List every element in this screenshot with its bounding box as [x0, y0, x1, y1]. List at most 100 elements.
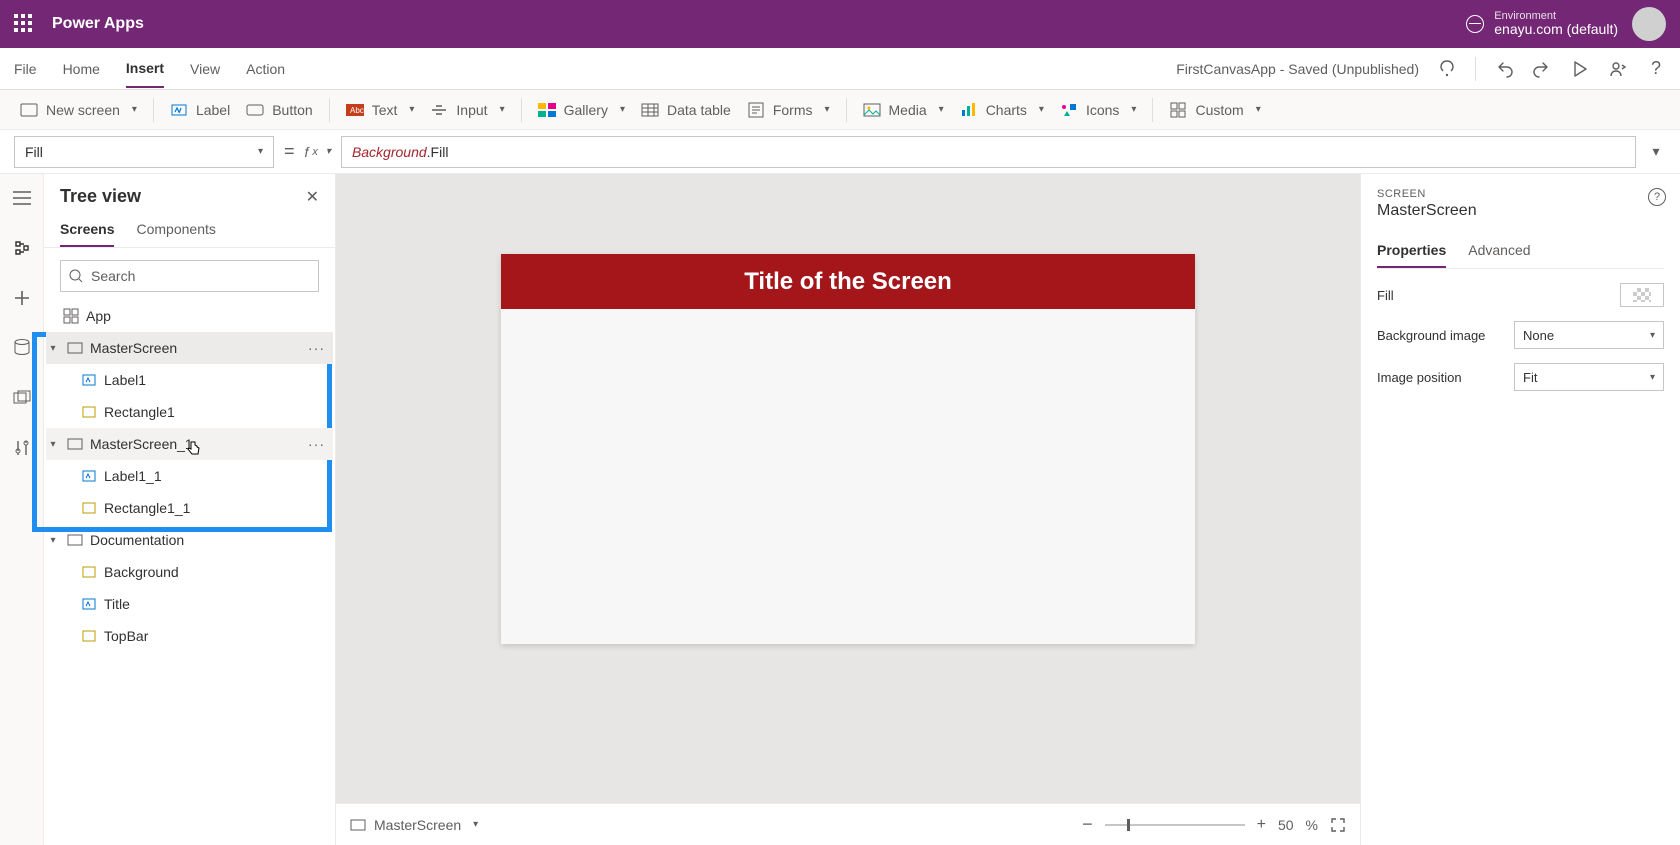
tab-components[interactable]: Components — [136, 213, 215, 247]
label-button[interactable]: Label — [164, 101, 236, 119]
tree-node-rectangle1[interactable]: Rectangle1 — [46, 396, 333, 428]
hamburger-icon[interactable] — [10, 186, 34, 210]
tree-node-background[interactable]: Background — [46, 556, 333, 588]
tree-node-masterscreen1[interactable]: ▾ MasterScreen_1 ··· — [46, 428, 333, 460]
screen-title-label[interactable]: Title of the Screen — [501, 254, 1195, 309]
avatar[interactable] — [1632, 7, 1666, 41]
button-button-text: Button — [272, 102, 312, 118]
more-icon[interactable]: ··· — [308, 340, 325, 356]
tree-node-label1-1[interactable]: Label1_1 — [46, 460, 333, 492]
tree-node-rectangle1-1[interactable]: Rectangle1_1 — [46, 492, 333, 524]
tree-view-icon[interactable] — [10, 236, 34, 260]
tab-advanced[interactable]: Advanced — [1468, 234, 1530, 268]
tree-node-masterscreen[interactable]: ▾ MasterScreen ··· — [46, 332, 333, 364]
tree-node-label1[interactable]: Label1 — [46, 364, 333, 396]
tab-properties[interactable]: Properties — [1377, 234, 1446, 268]
fit-screen-icon[interactable] — [1330, 817, 1346, 833]
rectangle-icon — [80, 403, 98, 421]
tree-node-title[interactable]: Title — [46, 588, 333, 620]
new-screen-button[interactable]: New screen▾ — [14, 101, 143, 119]
menu-action[interactable]: Action — [246, 51, 285, 87]
redo-icon[interactable] — [1532, 59, 1552, 79]
properties-kicker: SCREEN — [1377, 188, 1664, 200]
text-dropdown[interactable]: AbcText▾ — [340, 101, 421, 119]
menu-file[interactable]: File — [14, 51, 37, 87]
left-rail — [0, 174, 44, 845]
property-name: Fill — [25, 144, 43, 160]
close-icon[interactable]: ✕ — [306, 187, 319, 207]
prop-bgimage-label: Background image — [1377, 328, 1485, 343]
fill-color-picker[interactable] — [1620, 283, 1664, 307]
datatable-button[interactable]: Data table — [635, 101, 737, 119]
chevron-down-icon[interactable]: ▾ — [46, 535, 60, 546]
custom-dropdown[interactable]: Custom▾ — [1163, 101, 1266, 119]
chevron-down-icon[interactable]: ▾ — [46, 439, 60, 450]
play-icon[interactable] — [1570, 59, 1590, 79]
app-title: Power Apps — [52, 15, 144, 33]
zoom-in-icon[interactable]: + — [1257, 816, 1266, 834]
app-icon — [62, 307, 80, 325]
forms-dropdown[interactable]: Forms▾ — [741, 101, 836, 119]
tools-icon[interactable] — [10, 436, 34, 460]
label-icon — [80, 371, 98, 389]
bgimage-dropdown[interactable]: None▾ — [1514, 321, 1664, 349]
tab-screens[interactable]: Screens — [60, 213, 114, 247]
property-dropdown[interactable]: Fill ▾ — [14, 136, 274, 168]
chevron-down-icon[interactable]: ▾ — [46, 343, 60, 354]
screen-selector[interactable]: MasterScreen ▾ — [350, 817, 478, 833]
gallery-dropdown[interactable]: Gallery▾ — [532, 101, 631, 119]
undo-icon[interactable] — [1494, 59, 1514, 79]
prop-fill-label: Fill — [1377, 288, 1394, 303]
data-icon[interactable] — [10, 336, 34, 360]
help-icon[interactable]: ? — [1648, 188, 1666, 206]
tree-node-documentation[interactable]: ▾ Documentation — [46, 524, 333, 556]
tree-node-app[interactable]: App — [46, 300, 333, 332]
tree-label: MasterScreen — [90, 340, 177, 356]
formula-expand-icon[interactable]: ▾ — [1646, 143, 1666, 160]
imgpos-dropdown[interactable]: Fit▾ — [1514, 363, 1664, 391]
svg-text:Abc: Abc — [350, 106, 364, 115]
button-button[interactable]: Button — [240, 101, 318, 119]
table-icon — [641, 101, 659, 119]
zoom-out-icon[interactable]: − — [1082, 814, 1093, 835]
tree-view-title: Tree view — [60, 186, 141, 207]
search-input[interactable]: Search — [60, 260, 319, 292]
screen-icon — [20, 101, 38, 119]
tree-node-topbar[interactable]: TopBar — [46, 620, 333, 652]
menu-home[interactable]: Home — [63, 51, 100, 87]
rectangle-icon — [80, 563, 98, 581]
app-launcher-icon[interactable] — [14, 14, 34, 34]
icons-dropdown[interactable]: Icons▾ — [1054, 101, 1143, 119]
icons-icon — [1060, 101, 1078, 119]
more-icon[interactable]: ··· — [308, 436, 325, 452]
text-icon: Abc — [346, 101, 364, 119]
custom-icon — [1169, 101, 1187, 119]
environment-picker[interactable]: Environment enayu.com (default) — [1466, 10, 1618, 37]
formula-input[interactable]: Background.Fill — [341, 136, 1636, 168]
media-rail-icon[interactable] — [10, 386, 34, 410]
tree-label: Documentation — [90, 532, 184, 548]
screen-icon — [66, 531, 84, 549]
media-dropdown[interactable]: Media▾ — [857, 101, 950, 119]
menu-insert[interactable]: Insert — [126, 50, 164, 88]
charts-dropdown[interactable]: Charts▾ — [954, 101, 1050, 119]
app-checker-icon[interactable] — [1437, 59, 1457, 79]
tree-label: Rectangle1_1 — [104, 500, 190, 516]
new-screen-label: New screen — [46, 102, 120, 118]
add-icon[interactable] — [10, 286, 34, 310]
tree-label: TopBar — [104, 628, 148, 644]
input-dropdown[interactable]: Input▾ — [424, 101, 510, 119]
zoom-slider[interactable] — [1105, 824, 1245, 826]
globe-icon — [1466, 15, 1484, 33]
share-icon[interactable] — [1608, 59, 1628, 79]
canvas-viewport[interactable]: Title of the Screen — [336, 174, 1360, 803]
help-icon[interactable]: ? — [1646, 59, 1666, 79]
rectangle-icon — [80, 499, 98, 517]
canvas-screen[interactable]: Title of the Screen — [501, 254, 1195, 644]
gallery-icon — [538, 101, 556, 119]
chevron-down-icon: ▾ — [473, 819, 478, 830]
menu-view[interactable]: View — [190, 51, 220, 87]
fx-dropdown[interactable]: fx▾ — [305, 144, 331, 160]
formula-bar: Fill ▾ = fx▾ Background.Fill ▾ — [0, 130, 1680, 174]
search-icon — [69, 269, 83, 283]
